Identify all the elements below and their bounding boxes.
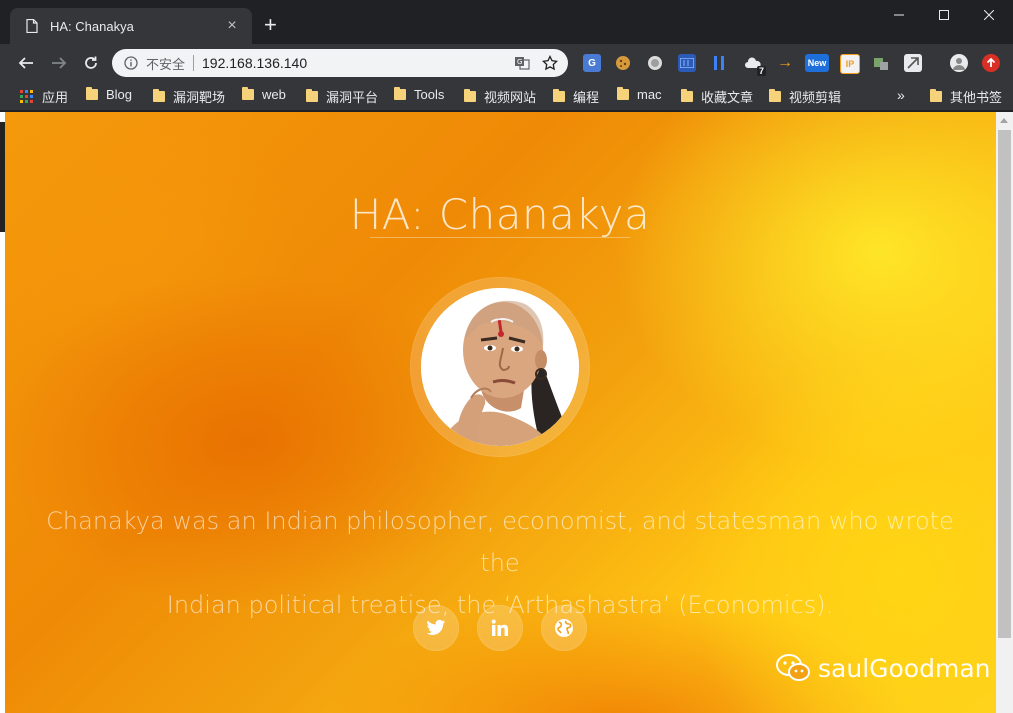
tab-title: HA: Chanakya [50, 18, 134, 34]
bookmark-label: mac [637, 87, 662, 102]
title-underline [370, 237, 630, 238]
svg-text:G: G [517, 58, 522, 66]
folder-icon [617, 87, 629, 100]
translate-extension-icon[interactable]: G [583, 54, 601, 72]
linkedin-icon [491, 619, 508, 636]
close-window-button[interactable] [967, 0, 1011, 30]
folder-icon [306, 89, 318, 102]
bookmark-folder[interactable]: mac [617, 87, 662, 102]
maximize-icon [939, 10, 949, 20]
info-icon[interactable] [124, 56, 138, 70]
folder-icon [242, 87, 254, 100]
bookmark-label: 视频网站 [484, 90, 537, 105]
apps-grid-icon [20, 89, 33, 103]
bookmark-label: 视频剪辑 [789, 90, 842, 105]
bookmark-folder[interactable]: 视频网站 [464, 87, 536, 106]
bookmark-folder[interactable]: 编程 [553, 87, 599, 106]
bookmark-folder[interactable]: web [242, 87, 286, 102]
tag-extension-icon[interactable] [904, 54, 922, 72]
update-icon[interactable] [982, 54, 1000, 72]
bookmark-folder[interactable]: Blog [86, 87, 132, 102]
cookie-extension-icon[interactable] [614, 54, 632, 72]
apps-label: 应用 [42, 90, 69, 105]
back-arrow-icon [18, 57, 33, 69]
wechat-watermark: saulGoodman [776, 653, 991, 683]
browser-toolbar: 不安全 192.168.136.140 G G 7 → New IP [0, 44, 1013, 82]
folder-icon [553, 89, 565, 102]
forward-arrow-icon [52, 57, 67, 69]
other-bookmarks-folder[interactable]: 其他书签 [930, 87, 1002, 106]
forward-button[interactable] [47, 51, 71, 75]
description-line: Chanakya was an Indian philosopher, econ… [46, 507, 954, 577]
portrait-illustration [421, 288, 579, 446]
apps-shortcut[interactable]: 应用 [20, 87, 68, 106]
bookmark-folder[interactable]: 漏洞平台 [306, 87, 378, 106]
folder-icon [930, 89, 942, 102]
arrow-extension-icon[interactable]: → [776, 54, 794, 72]
minimize-button[interactable] [877, 0, 921, 30]
chanakya-portrait [421, 288, 579, 446]
bookmark-folder[interactable]: 视频剪辑 [769, 87, 841, 106]
tab-close-icon[interactable]: × [222, 17, 242, 35]
wechat-icon [776, 654, 810, 681]
twitter-link[interactable] [414, 606, 458, 650]
folder-icon [153, 89, 165, 102]
browser-titlebar: HA: Chanakya × + [0, 0, 1013, 44]
scroll-up-arrow-icon[interactable] [1000, 118, 1008, 123]
maximize-button[interactable] [922, 0, 966, 30]
bookmark-label: 编程 [573, 90, 600, 105]
back-button[interactable] [14, 51, 38, 75]
page-title: HA: Chanakya [349, 190, 651, 239]
linkedin-link[interactable] [478, 606, 522, 650]
folder-icon [681, 89, 693, 102]
wappalyzer-extension-icon[interactable] [678, 54, 696, 72]
new-extension-label: New [807, 58, 827, 68]
bookmark-label: 漏洞平台 [326, 90, 379, 105]
reload-icon [85, 56, 97, 69]
ip-extension-label: IP [845, 59, 855, 69]
browser-tab[interactable]: HA: Chanakya × [10, 8, 252, 44]
close-icon [984, 10, 994, 20]
avatar-icon[interactable] [950, 54, 968, 72]
bookmark-folder[interactable]: Tools [394, 87, 444, 102]
address-bar[interactable]: 不安全 192.168.136.140 G [112, 49, 568, 77]
bookmark-folder[interactable]: 收藏文章 [681, 87, 753, 106]
puzzle-extension-icon[interactable] [872, 54, 890, 72]
bookmark-label: Tools [414, 87, 445, 102]
new-extension-icon[interactable]: New [805, 54, 829, 72]
ip-extension-icon[interactable]: IP [840, 54, 860, 74]
bookmark-label: web [262, 87, 286, 102]
folder-icon [464, 89, 476, 102]
pause-extension-icon[interactable] [710, 54, 728, 72]
twitter-icon [426, 619, 446, 635]
omnibox-divider [193, 55, 195, 71]
cloud-extension-icon[interactable]: 7 [744, 54, 766, 76]
folder-icon [86, 87, 98, 100]
bookmark-label: 收藏文章 [701, 90, 754, 105]
watermark-text: saulGoodman [818, 653, 991, 683]
minimize-icon [894, 14, 904, 16]
document-icon [26, 19, 38, 33]
globe-icon [555, 619, 573, 637]
bookmark-star-icon[interactable] [540, 53, 560, 73]
bookmark-label: 漏洞靶场 [173, 90, 226, 105]
folder-icon [769, 89, 781, 102]
url-text[interactable]: 192.168.136.140 [202, 55, 512, 71]
new-tab-button[interactable]: + [264, 14, 277, 36]
extension-badge: 7 [756, 66, 766, 76]
bookmark-label: Blog [106, 87, 133, 102]
bookmark-folder[interactable]: 漏洞靶场 [153, 87, 225, 106]
reload-button[interactable] [79, 51, 103, 75]
bookmark-label: 其他书签 [950, 90, 1003, 105]
website-link[interactable] [542, 606, 586, 650]
security-label: 不安全 [146, 56, 186, 72]
bookmarks-bar: 应用 Blog 漏洞靶场 web 漏洞平台 Tools 视频网站 编程 mac … [0, 82, 1013, 111]
globe-extension-icon[interactable] [646, 54, 664, 72]
translate-icon[interactable]: G [512, 53, 532, 73]
folder-icon [394, 87, 406, 100]
bookmarks-overflow-button[interactable]: » [897, 87, 905, 103]
